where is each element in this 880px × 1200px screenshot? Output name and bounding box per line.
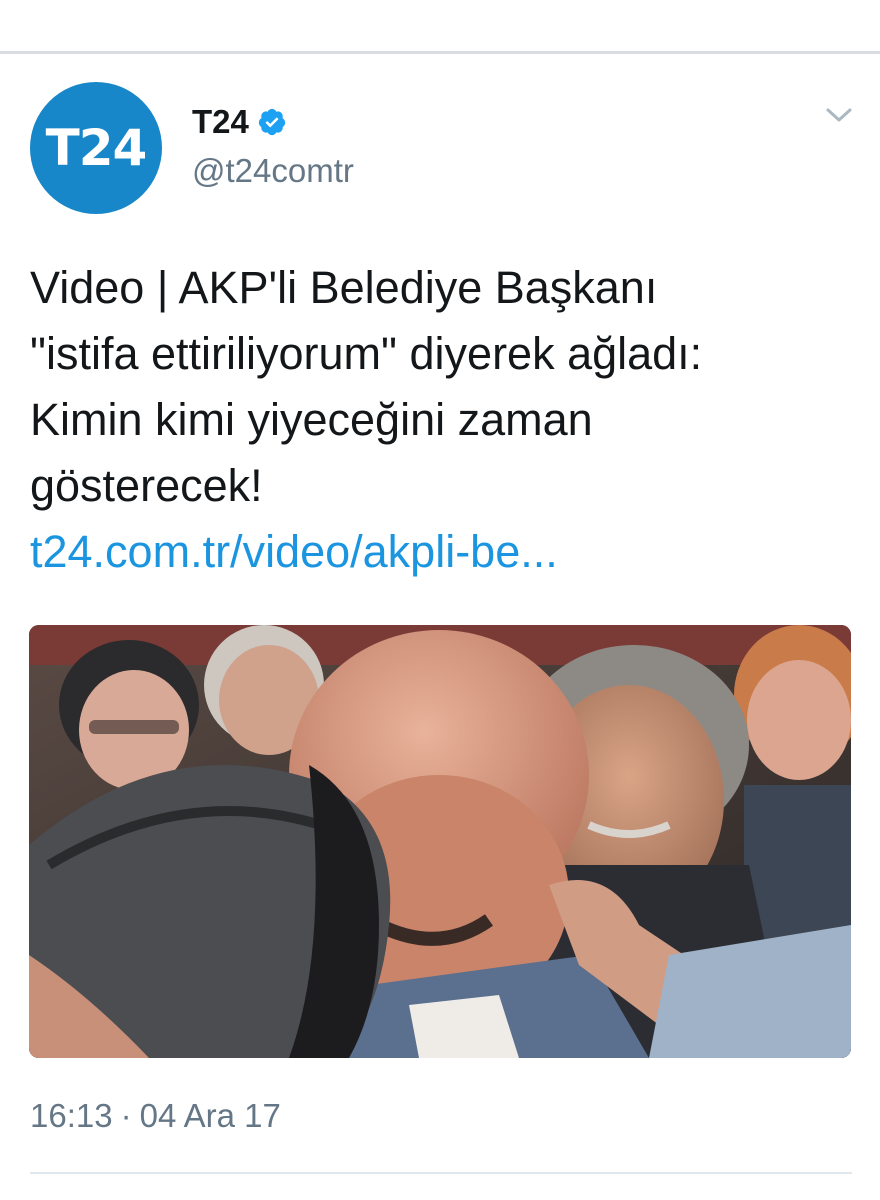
chevron-down-icon[interactable] [824, 104, 854, 126]
tweet-text-line: Kimin kimi yiyeceğini zaman [30, 394, 593, 445]
tweet-text-line: "istifa ettiriliyorum" diyerek ağladı: [30, 328, 703, 379]
verified-badge-icon [257, 107, 287, 137]
tweet-date: 04 Ara 17 [139, 1097, 281, 1134]
tweet-timestamp[interactable]: 16:13 · 04 Ara 17 [30, 1097, 281, 1135]
author-handle[interactable]: @t24comtr [192, 152, 354, 190]
avatar-logo-text: T24 [45, 119, 148, 177]
tweet-media-photo[interactable] [29, 625, 851, 1058]
tweet-text-line: gösterecek! [30, 460, 263, 511]
author-avatar[interactable]: T24 [30, 82, 162, 214]
previous-tweet-area [0, 0, 880, 52]
tweet-text-line: Video | AKP'li Belediye Başkanı [30, 262, 658, 313]
tweet-time: 16:13 [30, 1097, 113, 1134]
tweet-link[interactable]: t24.com.tr/video/akpli-be... [30, 519, 860, 585]
timestamp-separator: · [120, 1097, 132, 1134]
author-name-row: T24 [192, 102, 287, 142]
tweet-text: Video | AKP'li Belediye Başkanı "istifa … [30, 255, 860, 585]
bottom-divider [30, 1172, 852, 1174]
author-display-name[interactable]: T24 [192, 103, 249, 141]
